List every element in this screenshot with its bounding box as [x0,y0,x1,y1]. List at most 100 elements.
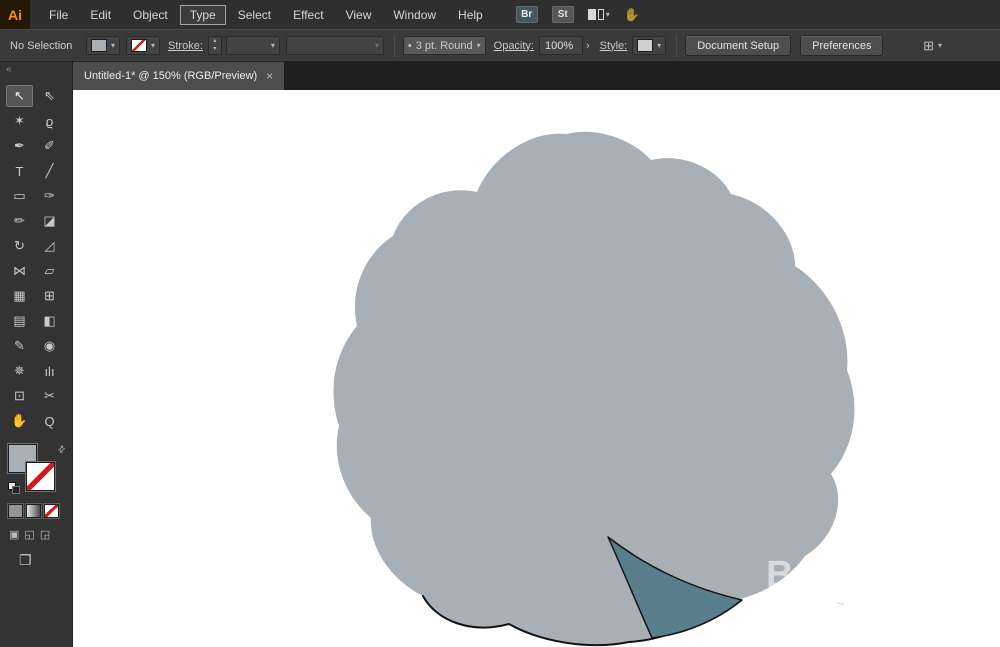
menu-type[interactable]: Type [180,5,226,25]
rectangle-tool[interactable]: ▭ [6,185,33,207]
default-fill-stroke-icon[interactable] [8,482,20,494]
selection-tool[interactable]: ↖ [6,85,33,107]
direct-selection-tool-icon: ⇖ [44,88,55,104]
opacity-input[interactable]: 100% [539,36,583,55]
pencil-tool[interactable]: ✏ [6,210,33,232]
menu-effect[interactable]: Effect [283,5,333,25]
stock-button[interactable]: St [552,6,574,23]
fill-swatch [91,39,107,52]
tools-panel-header[interactable]: « [0,62,72,77]
menu-window[interactable]: Window [383,5,446,25]
fill-stroke-widget: ⇄ [8,444,70,496]
workspace-switcher[interactable]: ▾ [588,9,610,20]
chevron-down-icon: ▾ [151,41,155,50]
paintbrush-tool[interactable]: ✑ [36,185,63,207]
selection-tool-icon: ↖ [14,88,25,104]
chevron-down-icon: ▾ [111,41,115,50]
curvature-tool[interactable]: ✐ [36,135,63,157]
direct-selection-tool[interactable]: ⇖ [36,85,63,107]
opacity-panel-link[interactable]: Opacity: [494,40,534,52]
rotate-tool[interactable]: ↻ [6,235,33,257]
none-button[interactable] [44,504,59,518]
fill-color-dropdown[interactable]: ▾ [86,36,120,55]
eraser-tool[interactable]: ◪ [36,210,63,232]
perspective-grid-tool[interactable]: ⊞ [36,285,63,307]
style-panel-link[interactable]: Style: [600,40,628,52]
control-panel-menu[interactable]: ⊞ ▾ [923,38,942,54]
stroke-weight-dropdown[interactable]: ▾ [226,36,280,55]
swap-fill-stroke-icon[interactable]: ⇄ [55,443,68,456]
brush-dot-icon: • [408,40,412,52]
graphic-style-dropdown[interactable]: ▾ [632,36,666,55]
artboard-canvas[interactable]: B B ~ [73,90,1000,647]
menu-file[interactable]: File [39,5,78,25]
scale-tool[interactable]: ◿ [36,235,63,257]
stroke-panel-link[interactable]: Stroke: [168,40,203,52]
perspective-grid-tool-icon: ⊞ [44,288,55,304]
menu-object[interactable]: Object [123,5,178,25]
artboard-tool[interactable]: ⊡ [6,385,33,407]
style-swatch [637,39,653,52]
pencil-tool-icon: ✏ [14,213,25,229]
shape-builder-tool[interactable]: ▦ [6,285,33,307]
menu-edit[interactable]: Edit [80,5,121,25]
hand-tool-icon: ✋ [11,413,27,429]
shape-builder-tool-icon: ▦ [13,288,25,304]
eraser-tool-icon: ◪ [43,213,55,229]
close-icon[interactable]: × [266,69,273,83]
rectangle-tool-icon: ▭ [13,188,25,204]
document-tab[interactable]: Untitled-1* @ 150% (RGB/Preview) × [73,62,285,90]
draw-behind-button[interactable]: ◱ [24,528,34,541]
stroke-color-dropdown[interactable]: ▾ [126,36,160,55]
stepper-up-icon: ▴ [209,37,221,45]
preferences-button[interactable]: Preferences [800,35,883,56]
rock-shape[interactable] [333,132,854,645]
eyedropper-tool-icon: ✎ [14,338,25,354]
line-segment-tool[interactable]: ╱ [36,160,63,182]
eyedropper-tool[interactable]: ✎ [6,335,33,357]
opacity-value: 100% [545,40,573,52]
rotate-tool-icon: ↻ [14,238,25,254]
document-tab-title: Untitled-1* @ 150% (RGB/Preview) [84,70,257,82]
menu-view[interactable]: View [336,5,382,25]
color-button[interactable] [8,504,23,518]
lasso-tool[interactable]: ϱ [36,110,63,132]
menu-help[interactable]: Help [448,5,493,25]
cs-live-hand-icon[interactable]: ✋ [624,7,640,23]
brush-definition-value: 3 pt. Round [416,40,473,52]
mesh-tool[interactable]: ▤ [6,310,33,332]
bridge-button[interactable]: Br [516,6,538,23]
draw-inside-button[interactable]: ◲ [40,528,50,541]
separator [676,35,677,57]
menu-select[interactable]: Select [228,5,281,25]
default-stroke-icon [12,486,20,494]
zoom-tool[interactable]: Q [36,410,63,432]
workspace-icon [588,9,596,20]
mesh-tool-icon: ▤ [13,313,25,329]
pen-tool-icon: ✒ [14,138,25,154]
opacity-flyout-arrow[interactable]: › [586,40,590,52]
variable-width-profile-dropdown[interactable]: ▾ [286,36,384,55]
screen-mode-button[interactable]: ❐ [19,552,32,568]
gradient-button[interactable] [26,504,41,518]
slice-tool[interactable]: ✂ [36,385,63,407]
brush-definition-dropdown[interactable]: • 3 pt. Round ▾ [403,36,486,55]
free-transform-tool[interactable]: ▱ [36,260,63,282]
column-graph-tool[interactable]: ılı [36,360,63,382]
stroke-weight-stepper[interactable]: ▴ ▾ [208,36,222,55]
blend-tool[interactable]: ◉ [36,335,63,357]
width-tool[interactable]: ⋈ [6,260,33,282]
draw-normal-button[interactable]: ▣ [9,528,19,541]
magic-wand-tool[interactable]: ✶ [6,110,33,132]
pen-tool[interactable]: ✒ [6,135,33,157]
zoom-tool-icon: Q [44,414,54,429]
document-setup-button[interactable]: Document Setup [685,35,791,56]
artwork-svg[interactable] [73,90,1000,647]
stroke-color-swatch[interactable] [26,462,55,491]
line-segment-tool-icon: ╱ [46,163,54,179]
gradient-tool[interactable]: ◧ [36,310,63,332]
hand-tool[interactable]: ✋ [6,410,33,432]
chevron-down-icon: ▾ [271,41,275,50]
symbol-sprayer-tool[interactable]: ✵ [6,360,33,382]
type-tool[interactable]: T [6,160,33,182]
